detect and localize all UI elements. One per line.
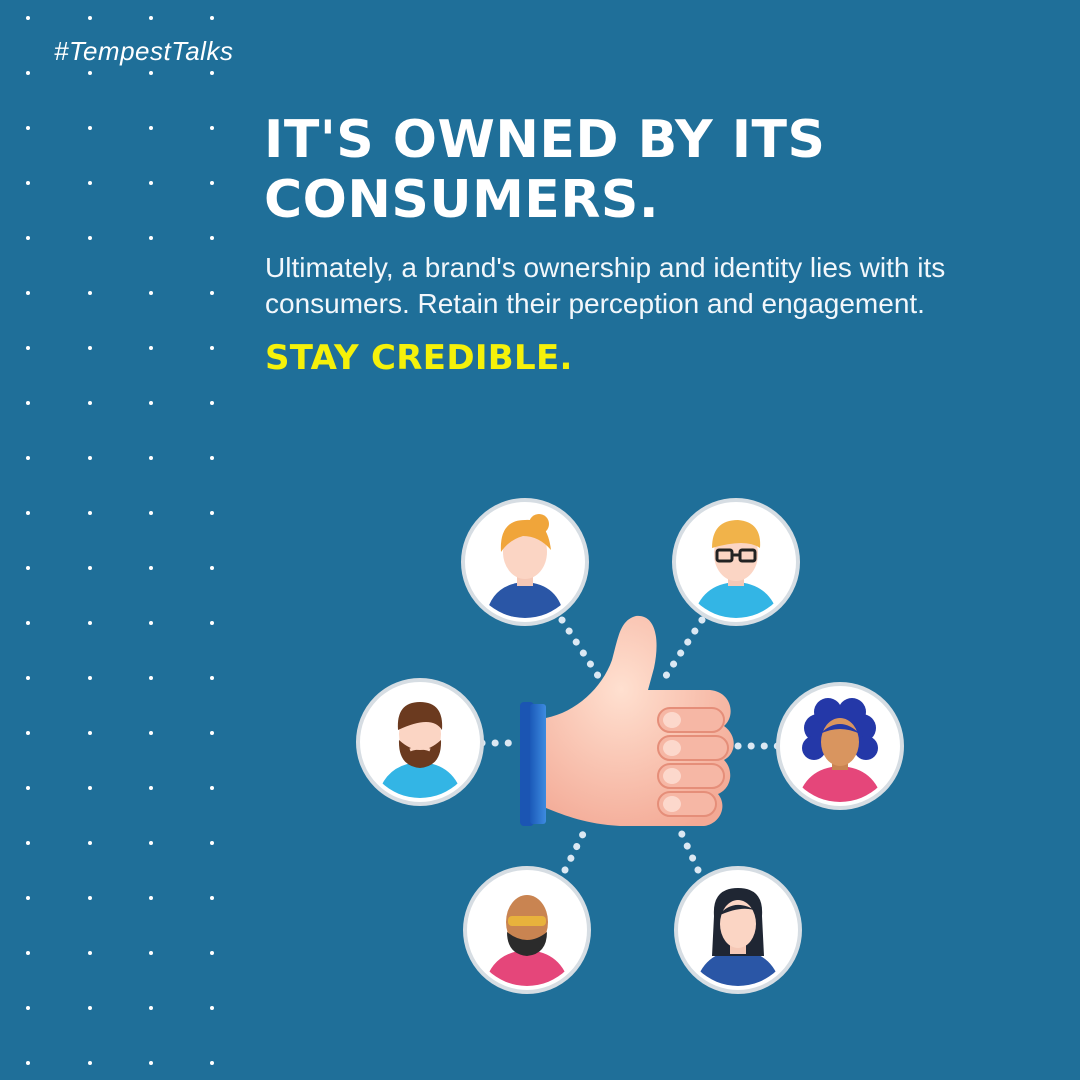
grid-dot [88,236,92,240]
dark-hair-woman-avatar-icon [674,866,802,994]
grid-dot [26,401,30,405]
grid-dot [88,676,92,680]
grid-dot [210,951,214,955]
grid-dot [149,951,153,955]
grid-dot [210,621,214,625]
tagline: STAY CREDIBLE. [265,338,573,378]
body-text: Ultimately, a brand's ownership and iden… [265,250,1065,322]
headline-line-1: IT'S OWNED BY ITS [264,110,826,170]
grid-dot [26,346,30,350]
grid-dot [26,456,30,460]
grid-dot [26,511,30,515]
grid-dot [210,346,214,350]
body-line-2: consumers. Retain their perception and e… [265,288,925,319]
man-with-glasses-avatar-icon [672,498,800,626]
grid-dot [88,291,92,295]
grid-dot [26,1006,30,1010]
grid-dot [26,566,30,570]
grid-dot [149,1006,153,1010]
post-canvas: #TempestTalks IT'S OWNED BY ITS CONSUMER… [0,0,1080,1080]
grid-dot [88,181,92,185]
headline-line-2: CONSUMERS. [264,170,660,230]
thumbs-up-icon [520,615,734,826]
grid-dot [88,731,92,735]
grid-dot [149,401,153,405]
grid-dot [88,621,92,625]
woman-avatar-icon [461,498,589,626]
grid-dot [210,731,214,735]
grid-dot [149,181,153,185]
grid-dot [88,1061,92,1065]
grid-dot [88,126,92,130]
grid-dot [26,621,30,625]
grid-dot [210,291,214,295]
bearded-man-avatar-icon [356,678,484,806]
grid-dot [88,951,92,955]
grid-dot [26,236,30,240]
grid-dot [26,676,30,680]
grid-dot [88,401,92,405]
grid-dot [149,1061,153,1065]
grid-dot [149,896,153,900]
grid-dot [210,126,214,130]
grid-dot [26,1061,30,1065]
grid-dot [149,71,153,75]
grid-dot [88,786,92,790]
grid-dot [149,511,153,515]
grid-dot [26,731,30,735]
grid-dot [210,181,214,185]
grid-dot [88,71,92,75]
grid-dot [149,346,153,350]
grid-dot [26,16,30,20]
grid-dot [149,126,153,130]
grid-dot [88,896,92,900]
grid-dot [88,346,92,350]
grid-dot [149,236,153,240]
grid-dot [149,291,153,295]
grid-dot [88,841,92,845]
body-line-1: Ultimately, a brand's ownership and iden… [265,252,946,283]
grid-dot [210,786,214,790]
grid-dot [88,16,92,20]
grid-dot [210,16,214,20]
headline: IT'S OWNED BY ITS CONSUMERS. [264,110,1044,230]
grid-dot [149,621,153,625]
grid-dot [210,401,214,405]
grid-dot [149,566,153,570]
grid-dot [210,1061,214,1065]
grid-dot [210,566,214,570]
grid-dot [210,841,214,845]
bald-man-with-sunglasses-avatar-icon [463,866,591,994]
grid-dot [149,676,153,680]
grid-dot [26,786,30,790]
hashtag-label: #TempestTalks [54,36,234,66]
grid-dot [88,511,92,515]
grid-dot [149,456,153,460]
grid-dot [210,676,214,680]
grid-dot [210,511,214,515]
grid-dot [210,1006,214,1010]
grid-dot [26,951,30,955]
grid-dot [26,291,30,295]
grid-dot [149,786,153,790]
consumer-network-illustration [356,498,904,994]
grid-dot [149,731,153,735]
grid-dot [26,841,30,845]
grid-dot [26,896,30,900]
grid-dot [88,1006,92,1010]
grid-dot [210,456,214,460]
grid-dot [26,181,30,185]
grid-dot [149,16,153,20]
grid-dot [88,456,92,460]
curly-hair-woman-avatar-icon [776,682,904,810]
grid-dot [149,841,153,845]
grid-dot [26,71,30,75]
grid-dot [210,236,214,240]
grid-dot [88,566,92,570]
grid-dot [210,896,214,900]
grid-dot [210,71,214,75]
grid-dot [26,126,30,130]
dot-grid-pattern [26,16,214,1065]
